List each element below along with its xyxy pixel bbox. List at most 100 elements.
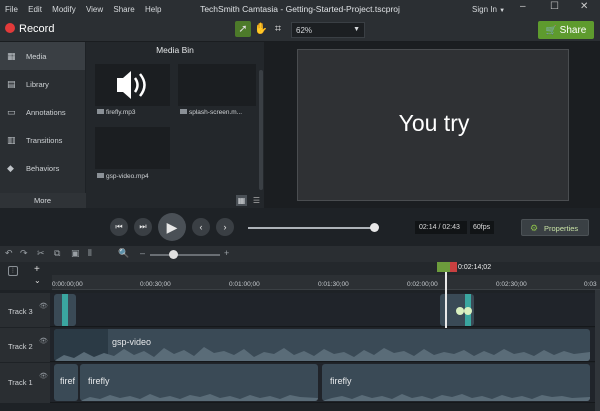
speaker-icon xyxy=(117,71,146,99)
media-item-label: firefly.mp3 xyxy=(106,109,136,116)
media-item-gsp-video[interactable] xyxy=(95,127,170,169)
play-icon[interactable]: ▶ xyxy=(158,213,186,241)
previous-icon[interactable]: ‹ xyxy=(192,218,210,236)
fps-dropdown[interactable]: 60fps xyxy=(470,221,494,234)
sidebar-item-transitions[interactable]: ▥ Transitions xyxy=(0,126,85,154)
timeline-toolbar: ↶ ↷ ✂ ⧉ ▣ ⫴ 🔍 – + xyxy=(0,246,600,262)
sidebar-item-label: Behaviors xyxy=(26,164,60,173)
sidebar-item-annotations[interactable]: ▭ Annotations xyxy=(0,98,85,126)
audio-file-icon xyxy=(97,109,104,114)
playhead-handle[interactable] xyxy=(437,262,457,272)
ruler-tick: 0:02:00;00 xyxy=(407,281,438,288)
track-header: Track 2 👁 xyxy=(0,328,50,362)
media-item-splash-screen[interactable] xyxy=(178,64,256,106)
media-item-caption: gsp-video.mp4 xyxy=(97,173,149,180)
media-bin-title: Media Bin xyxy=(156,45,194,55)
sidebar-item-behaviors[interactable]: ◆ Behaviors xyxy=(0,154,85,182)
preview-canvas[interactable]: You try xyxy=(297,49,569,201)
split-icon[interactable]: ⫴ xyxy=(88,248,92,259)
ruler-tick: 0:02:30;00 xyxy=(496,281,527,288)
chevron-down-icon[interactable]: ⌄ xyxy=(34,276,41,285)
record-icon xyxy=(5,23,15,33)
video-file-icon xyxy=(180,109,187,114)
timeline-clip-firefly[interactable]: firef xyxy=(54,364,78,401)
sign-in-link[interactable]: Sign In ▼ xyxy=(472,5,505,14)
canvas-caption: You try xyxy=(398,110,470,136)
sidebar-item-label: Library xyxy=(26,80,49,89)
ruler-tick: 0:01:30;00 xyxy=(318,281,349,288)
chevron-down-icon: ▼ xyxy=(499,8,506,14)
timeline-clip-firefly[interactable]: firefly xyxy=(80,364,318,401)
track-header: Track 1 👁 xyxy=(0,363,50,403)
annotations-icon: ▭ xyxy=(7,107,16,117)
hand-tool-icon[interactable]: ✋ xyxy=(253,21,269,37)
track-1[interactable]: Track 1 👁 firef firefly firefly xyxy=(0,363,600,403)
share-button[interactable]: 🛒 Share xyxy=(538,21,594,39)
media-item-label: gsp-video.mp4 xyxy=(106,173,149,180)
media-icon: ▦ xyxy=(7,51,16,61)
keyframe-icon[interactable] xyxy=(456,307,464,315)
sign-in-label: Sign In xyxy=(472,5,497,14)
track-name: Track 3 xyxy=(8,307,33,316)
video-file-icon xyxy=(97,173,104,178)
properties-button[interactable]: ⚙ Properties xyxy=(521,219,589,236)
timeline-scrollbar[interactable] xyxy=(595,290,600,411)
zoom-dropdown[interactable]: 62% ▼ xyxy=(291,22,365,38)
magnifier-icon: 🔍 xyxy=(118,248,130,258)
media-bin: Media Bin firefly.mp3 splash-screen.m...… xyxy=(86,42,264,208)
more-button[interactable]: More xyxy=(34,196,51,205)
keyframe-icon[interactable] xyxy=(464,307,472,315)
playhead-time: 0:02:14;02 xyxy=(458,264,492,271)
copy-icon[interactable]: ⧉ xyxy=(54,248,60,259)
eye-icon[interactable]: 👁 xyxy=(39,372,48,380)
step-forward-icon[interactable]: ⏭ xyxy=(134,218,152,236)
eye-icon[interactable]: 👁 xyxy=(39,302,48,310)
timeline-zoom-handle[interactable] xyxy=(169,250,178,259)
track-3[interactable]: Track 3 👁 xyxy=(0,293,600,327)
close-icon[interactable]: ✕ xyxy=(580,1,588,12)
step-back-icon[interactable]: ⏮ xyxy=(110,218,128,236)
zoom-value: 62% xyxy=(296,26,313,35)
media-bin-scrollbar[interactable] xyxy=(259,70,263,190)
grid-view-icon[interactable]: ▦ xyxy=(236,195,247,206)
sidebar-item-label: Media xyxy=(26,52,47,61)
sidebar-item-media[interactable]: ▦ Media xyxy=(0,42,85,70)
paste-icon[interactable]: ▣ xyxy=(71,248,80,259)
eye-icon[interactable]: 👁 xyxy=(39,337,48,345)
track-name: Track 1 xyxy=(8,378,33,387)
timeline-clip-firefly[interactable]: firefly xyxy=(322,364,590,401)
track-options-icon[interactable]: ⋮ xyxy=(8,266,18,276)
add-track-icon[interactable]: + xyxy=(34,264,40,275)
zoom-in-icon[interactable]: + xyxy=(224,248,229,258)
next-icon[interactable]: › xyxy=(216,218,234,236)
cut-icon[interactable]: ✂ xyxy=(37,248,45,259)
timeline-clip-gsp-video[interactable]: gsp-video xyxy=(54,329,590,361)
redo-icon[interactable]: ↷ xyxy=(20,248,28,259)
maximize-icon[interactable]: ☐ xyxy=(550,1,559,12)
playhead-out-marker[interactable] xyxy=(450,262,457,272)
window-title: TechSmith Camtasia - Getting-Started-Pro… xyxy=(200,4,400,14)
track-2[interactable]: Track 2 👁 gsp-video xyxy=(0,328,600,362)
chevron-down-icon: ▼ xyxy=(353,26,360,33)
timeline-zoom-slider[interactable] xyxy=(150,254,220,256)
list-view-icon[interactable]: ☰ xyxy=(251,195,262,206)
clip-label: firef xyxy=(60,376,76,386)
time-readout: 02:14 / 02:43 xyxy=(415,221,467,234)
cursor-tool-icon[interactable]: ➚ xyxy=(235,21,251,37)
scrubber-handle[interactable] xyxy=(370,223,379,232)
sidebar-item-library[interactable]: ▤ Library xyxy=(0,70,85,98)
track-name: Track 2 xyxy=(8,342,33,351)
record-label: Record xyxy=(19,23,55,35)
audio-waveform xyxy=(54,347,590,361)
ruler-tick: 0:03 xyxy=(584,281,597,288)
crop-tool-icon[interactable]: ⌗ xyxy=(270,21,286,37)
behaviors-icon: ◆ xyxy=(7,163,14,173)
timeline-clip[interactable] xyxy=(54,294,76,326)
clip-marker xyxy=(62,294,68,326)
zoom-out-icon[interactable]: – xyxy=(140,248,145,258)
minimize-icon[interactable]: – xyxy=(520,1,526,12)
record-button[interactable]: Record xyxy=(5,23,54,35)
undo-icon[interactable]: ↶ xyxy=(5,248,13,259)
cart-icon: 🛒 xyxy=(545,25,557,35)
media-item-firefly[interactable] xyxy=(95,64,170,106)
